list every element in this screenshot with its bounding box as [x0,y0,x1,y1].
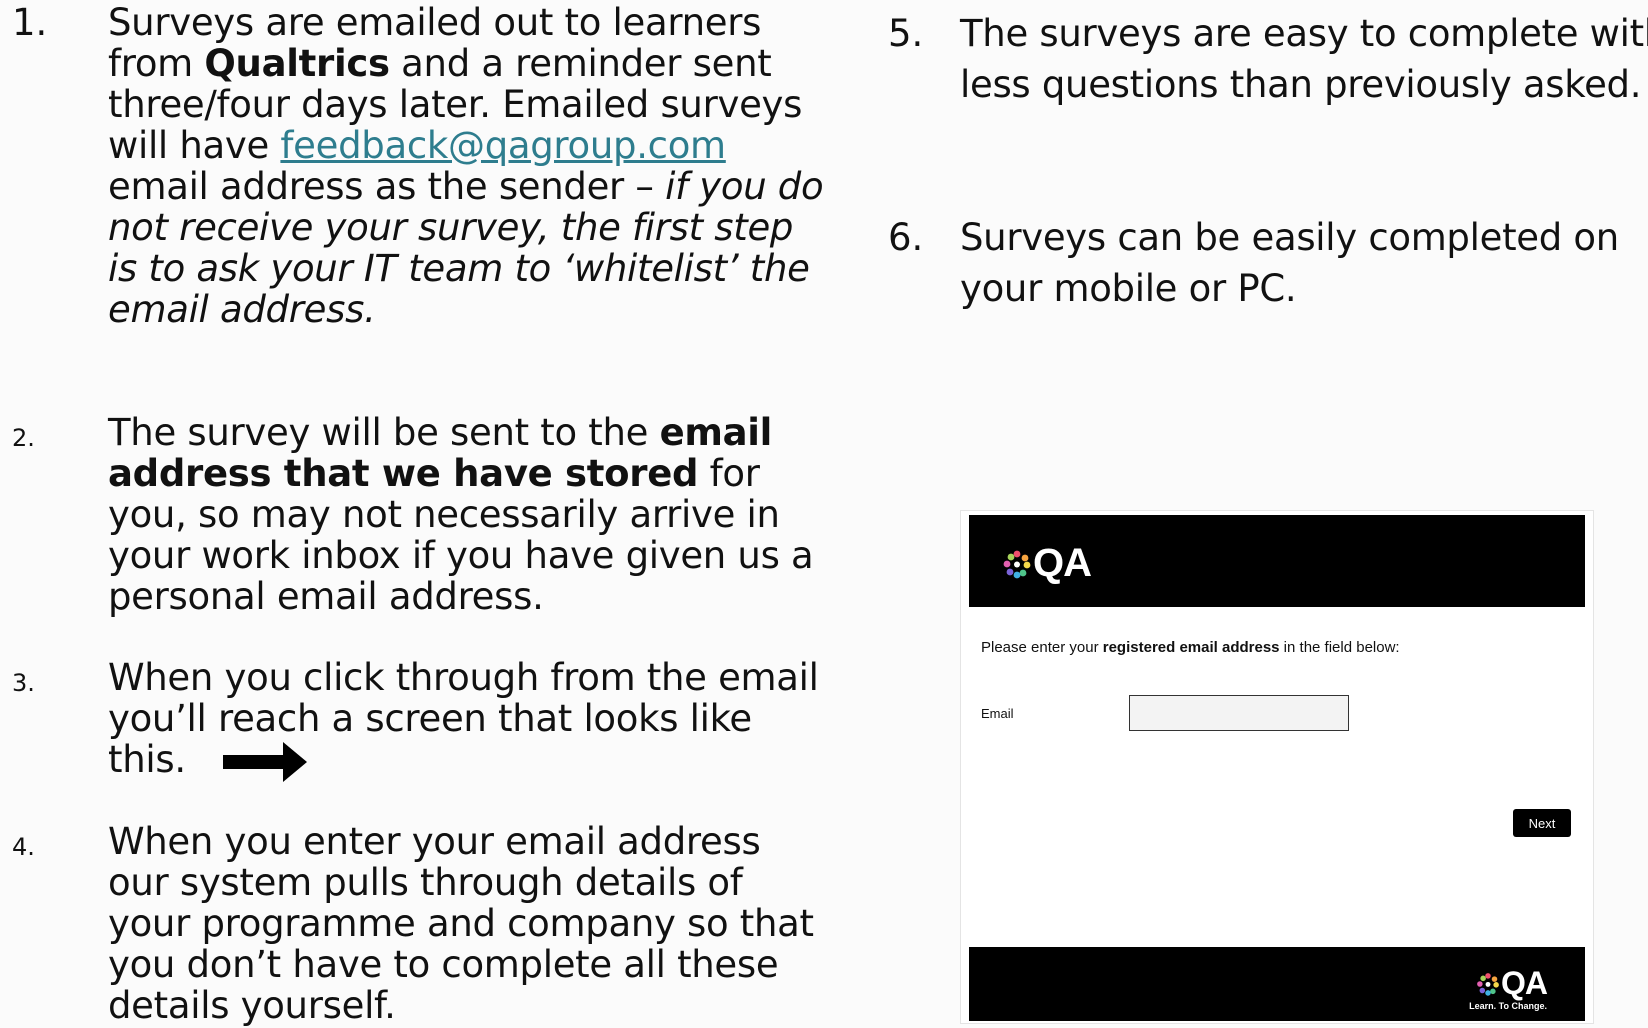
logo-dot [1023,561,1031,568]
text-segment: The surveys are easy to complete with le… [960,12,1648,106]
qa-logo-dots-icon [1477,972,1499,996]
list-item-2: 2. The survey will be sent to the email … [12,412,828,617]
logo-center-dot [1485,981,1491,987]
next-button[interactable]: Next [1513,809,1571,837]
list-text: The survey will be sent to the email add… [108,412,828,617]
list-number: 1. [12,1,48,44]
list-number: 5. [888,12,924,55]
qa-footer-logo: QA Learn. To Change. [1469,965,1548,1011]
logo-dot [1007,553,1015,560]
logo-dot [1019,569,1027,576]
survey-screenshot: QA Please enter your registered email ad… [960,510,1594,1024]
logo-dot [1480,975,1486,981]
qa-logo-text: QA [1033,541,1092,585]
qa-footer-logo-text: QA [1501,965,1548,1001]
list-item-5: 5. The surveys are easy to complete with… [888,8,1648,110]
list-number: 3. [12,669,35,697]
prompt-text-bold: registered email address [1102,639,1280,656]
list-text: Surveys are emailed out to learners from… [108,2,828,330]
logo-dot [1491,975,1498,982]
logo-dot [1003,560,1011,567]
list-text: Surveys can be easily completed on your … [960,212,1648,314]
logo-dot [1021,554,1029,561]
email-label: Email [981,706,1014,721]
qa-logo: QA [1001,541,1092,586]
text-segment: When you click through from the email yo… [108,656,819,781]
right-arrow-icon [223,741,308,782]
prompt-text: Please enter your [981,639,1103,656]
logo-dot [1493,981,1499,988]
list-number: 2. [12,424,35,452]
list-text: When you click through from the email yo… [108,657,828,782]
list-item-4: 4. When you enter your email address our… [12,821,828,1026]
logo-dot [1006,568,1014,575]
email-input[interactable] [1129,695,1349,731]
qa-footer-logo-row: QA [1475,965,1548,1002]
qa-logo-dots-icon [1003,550,1031,578]
logo-dot [1485,972,1491,979]
logo-dot [1013,550,1021,557]
list-text: When you enter your email address our sy… [108,821,828,1026]
logo-dot [1013,571,1021,578]
qa-tagline: Learn. To Change. [1469,1001,1547,1011]
survey-footer: QA Learn. To Change. [969,947,1585,1021]
list-item-1: 1. Surveys are emailed out to learners f… [12,2,828,330]
list-number: 4. [12,833,35,861]
survey-header: QA [969,515,1585,607]
list-text: The surveys are easy to complete with le… [960,8,1648,110]
text-segment: email address as the sender – [108,165,666,208]
list-item-3: 3. When you click through from the email… [12,657,828,782]
text-segment: When you enter your email address our sy… [108,820,814,1027]
list-number: 6. [888,216,924,259]
feedback-email-link[interactable]: feedback@qagroup.com [280,124,726,167]
prompt-text: in the field below: [1279,639,1400,656]
survey-prompt: Please enter your registered email addre… [981,639,1400,656]
logo-dot [1477,980,1483,987]
logo-dot [1479,987,1486,993]
text-segment: The survey will be sent to the [108,411,660,454]
logo-dot [1485,989,1491,996]
logo-center-dot [1014,561,1020,567]
text-segment: Surveys can be easily completed on your … [960,216,1619,310]
text-segment-bold: Qualtrics [204,42,390,85]
logo-dot [1490,988,1496,994]
list-item-6: 6. Surveys can be easily completed on yo… [888,212,1648,314]
